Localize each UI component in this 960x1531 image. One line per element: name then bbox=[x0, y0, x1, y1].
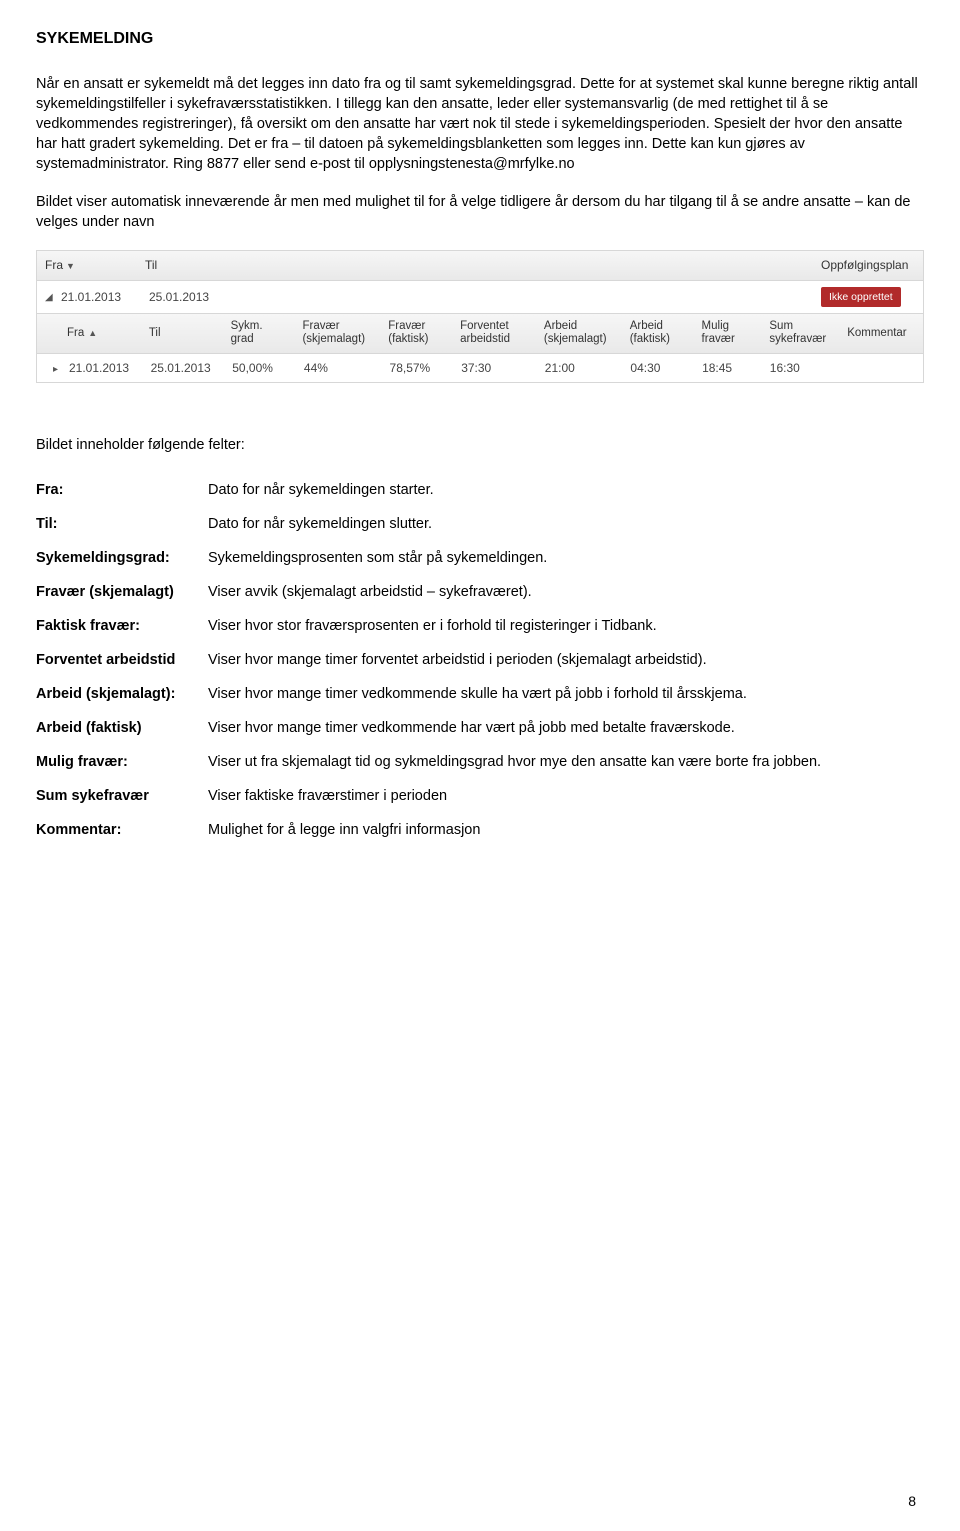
definition-row: Fravær (skjemalagt)Viser avvik (skjemala… bbox=[36, 575, 924, 609]
definition-key: Forventet arbeidstid bbox=[36, 643, 208, 677]
table-sub-header: Fra▲ Til Sykm. grad Fravær (skjemalagt) … bbox=[37, 314, 923, 353]
col-header-sum-sykefravaer[interactable]: Sum sykefravær bbox=[761, 314, 839, 352]
cell-mulig-fravaer: 18:45 bbox=[694, 354, 762, 383]
definition-value: Viser hvor mange timer forventet arbeids… bbox=[208, 643, 924, 677]
definition-row: Sykemeldingsgrad:Sykemeldingsprosenten s… bbox=[36, 541, 924, 575]
definition-key: Kommentar: bbox=[36, 813, 208, 847]
col-header-arbeid-faktisk[interactable]: Arbeid (faktisk) bbox=[622, 314, 694, 352]
definition-key: Arbeid (skjemalagt): bbox=[36, 677, 208, 711]
definition-row: Forventet arbeidstidViser hvor mange tim… bbox=[36, 643, 924, 677]
definition-key: Til: bbox=[36, 507, 208, 541]
definition-key: Mulig fravær: bbox=[36, 745, 208, 779]
caret-down-icon: ◢ bbox=[45, 292, 53, 303]
status-badge[interactable]: Ikke opprettet bbox=[821, 287, 901, 307]
cell-arbeid-faktisk: 04:30 bbox=[622, 354, 694, 383]
definition-value: Viser hvor stor fraværsprosenten er i fo… bbox=[208, 609, 924, 643]
definition-value: Dato for når sykemeldingen slutter. bbox=[208, 507, 924, 541]
cell-til: 25.01.2013 bbox=[141, 283, 813, 312]
field-definitions-table: Fra:Dato for når sykemeldingen starter.T… bbox=[36, 473, 924, 847]
cell-sum-sykefravaer: 16:30 bbox=[762, 354, 840, 383]
definition-value: Viser hvor mange timer vedkommende skull… bbox=[208, 677, 924, 711]
caret-right-icon: ▸ bbox=[53, 364, 58, 375]
cell-oppfolgingsplan: Ikke opprettet bbox=[813, 281, 923, 313]
sykemelding-table: Fra▼ Til Oppfølgingsplan ◢ 21.01.2013 25… bbox=[36, 250, 924, 383]
table-top-header: Fra▼ Til Oppfølgingsplan bbox=[37, 251, 923, 281]
definition-row: Fra:Dato for når sykemeldingen starter. bbox=[36, 473, 924, 507]
cell-arbeid-skjemalagt: 21:00 bbox=[537, 354, 623, 383]
definition-row: Faktisk fravær:Viser hvor stor fraværspr… bbox=[36, 609, 924, 643]
definition-key: Sum sykefravær bbox=[36, 779, 208, 813]
definition-value: Mulighet for å legge inn valgfri informa… bbox=[208, 813, 924, 847]
chevron-down-icon: ▼ bbox=[66, 261, 75, 271]
sort-asc-icon: ▲ bbox=[88, 328, 97, 338]
col-header-til[interactable]: Til bbox=[137, 251, 813, 280]
col-header-kommentar[interactable]: Kommentar bbox=[839, 321, 923, 346]
definition-key: Arbeid (faktisk) bbox=[36, 711, 208, 745]
col-header-sykmgrad[interactable]: Sykm. grad bbox=[223, 314, 295, 352]
cell-fra: 21.01.2013 bbox=[53, 283, 141, 312]
cell-fra: 21.01.2013 bbox=[61, 354, 143, 383]
definition-row: Mulig fravær:Viser ut fra skjemalagt tid… bbox=[36, 745, 924, 779]
cell-forventet-arbeidstid: 37:30 bbox=[453, 354, 537, 383]
col-header-mulig-fravaer[interactable]: Mulig fravær bbox=[694, 314, 762, 352]
definition-value: Dato for når sykemeldingen starter. bbox=[208, 473, 924, 507]
col-header-fravaer-skjemalagt[interactable]: Fravær (skjemalagt) bbox=[294, 314, 380, 352]
cell-sykmgrad: 50,00% bbox=[224, 354, 296, 383]
felter-heading: Bildet inneholder følgende felter: bbox=[36, 435, 924, 455]
col-header-fra[interactable]: Fra▼ bbox=[37, 251, 137, 280]
cell-fravaer-faktisk: 78,57% bbox=[382, 354, 454, 383]
col-header-forventet-arbeidstid[interactable]: Forventet arbeidstid bbox=[452, 314, 536, 352]
table-top-row[interactable]: ◢ 21.01.2013 25.01.2013 Ikke opprettet bbox=[37, 281, 923, 314]
col-header-fra-sub[interactable]: Fra▲ bbox=[59, 321, 141, 346]
page-number: 8 bbox=[908, 1492, 916, 1511]
definition-value: Sykemeldingsprosenten som står på sykeme… bbox=[208, 541, 924, 575]
col-header-arbeid-skjemalagt[interactable]: Arbeid (skjemalagt) bbox=[536, 314, 622, 352]
definition-row: Arbeid (skjemalagt):Viser hvor mange tim… bbox=[36, 677, 924, 711]
definition-key: Sykemeldingsgrad: bbox=[36, 541, 208, 575]
cell-fravaer-skjemalagt: 44% bbox=[296, 354, 382, 383]
definition-value: Viser ut fra skjemalagt tid og sykmeldin… bbox=[208, 745, 924, 779]
cell-til: 25.01.2013 bbox=[143, 354, 225, 383]
definition-row: Til:Dato for når sykemeldingen slutter. bbox=[36, 507, 924, 541]
col-header-til-sub[interactable]: Til bbox=[141, 321, 223, 346]
definition-value: Viser avvik (skjemalagt arbeidstid – syk… bbox=[208, 575, 924, 609]
expand-toggle[interactable]: ◢ bbox=[37, 282, 53, 311]
definition-value: Viser faktiske fraværstimer i perioden bbox=[208, 779, 924, 813]
definition-key: Fra: bbox=[36, 473, 208, 507]
cell-kommentar bbox=[839, 362, 923, 374]
intro-paragraph-2: Bildet viser automatisk inneværende år m… bbox=[36, 192, 924, 232]
definition-row: Arbeid (faktisk)Viser hvor mange timer v… bbox=[36, 711, 924, 745]
expand-toggle-sub[interactable]: ▸ bbox=[45, 354, 61, 383]
col-header-fravaer-faktisk[interactable]: Fravær (faktisk) bbox=[380, 314, 452, 352]
table-sub-row[interactable]: ▸ 21.01.2013 25.01.2013 50,00% 44% 78,57… bbox=[37, 354, 923, 384]
definition-value: Viser hvor mange timer vedkommende har v… bbox=[208, 711, 924, 745]
intro-paragraph-1: Når en ansatt er sykemeldt må det legges… bbox=[36, 74, 924, 174]
definition-row: Sum sykefraværViser faktiske fraværstime… bbox=[36, 779, 924, 813]
definition-row: Kommentar:Mulighet for å legge inn valgf… bbox=[36, 813, 924, 847]
page-title: SYKEMELDING bbox=[36, 28, 924, 50]
col-header-oppfolgingsplan[interactable]: Oppfølgingsplan bbox=[813, 251, 923, 280]
definition-key: Faktisk fravær: bbox=[36, 609, 208, 643]
definition-key: Fravær (skjemalagt) bbox=[36, 575, 208, 609]
